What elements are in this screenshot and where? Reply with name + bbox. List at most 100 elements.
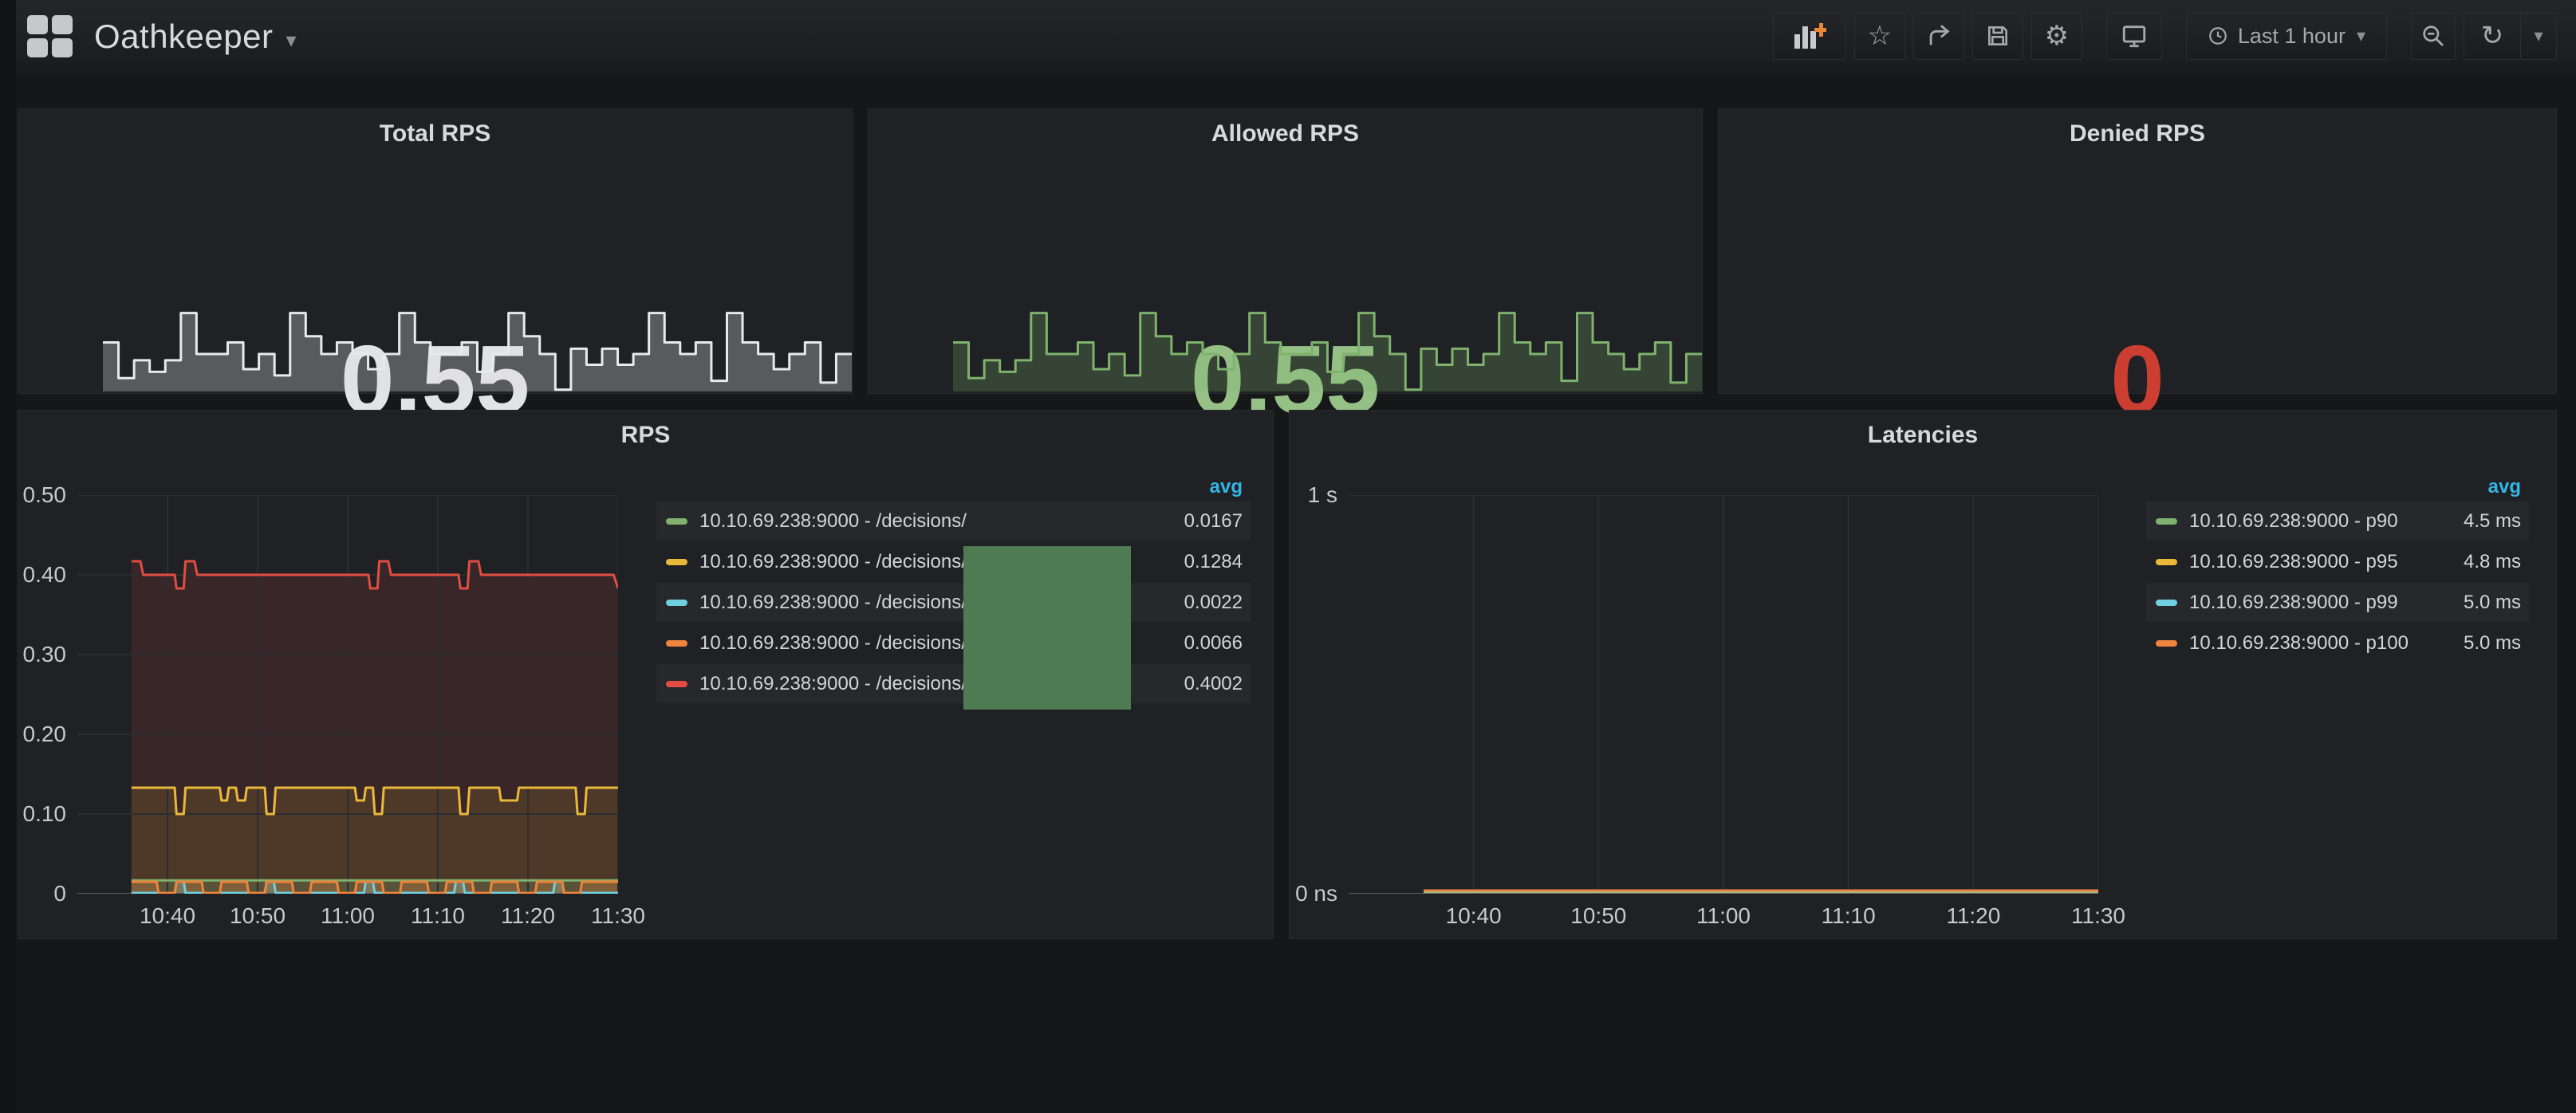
star-button[interactable]: ☆ bbox=[1854, 12, 1905, 60]
allowed-rps-sparkline bbox=[953, 301, 1702, 391]
legend-avg-header[interactable]: avg bbox=[656, 473, 1251, 501]
stat-panel-total-rps: Total RPS 0.55 bbox=[18, 108, 853, 394]
graph-panel-latencies: Latencies 0 ns1 s10:4010:5011:0011:1011:… bbox=[1289, 410, 2557, 939]
series-avg-value: 0.0022 bbox=[1184, 592, 1251, 614]
series-label: 10.10.69.238:9000 - p95 bbox=[2189, 551, 2398, 573]
x-axis-tick-label: 11:10 bbox=[1822, 903, 1876, 929]
cycle-view-button[interactable] bbox=[2106, 12, 2162, 60]
latencies-legend: avg10.10.69.238:9000 - p904.5 ms10.10.69… bbox=[2146, 473, 2529, 664]
grafana-dashboard-grid-icon[interactable] bbox=[27, 15, 73, 57]
panel-title[interactable]: Latencies bbox=[1290, 422, 2556, 449]
x-axis-tick-label: 11:00 bbox=[321, 903, 375, 929]
y-axis-tick-label: 0 ns bbox=[1295, 881, 1337, 907]
latencies-plot[interactable]: 0 ns1 s10:4010:5011:0011:1011:2011:30 bbox=[1349, 495, 2098, 894]
series-avg-value: 4.5 ms bbox=[2464, 510, 2529, 533]
x-axis-tick-label: 11:20 bbox=[1946, 903, 2000, 929]
gear-icon: ⚙ bbox=[2045, 22, 2069, 49]
clock-icon bbox=[2208, 26, 2228, 46]
series-label: 10.10.69.238:9000 - /decisions/ bbox=[699, 510, 967, 533]
save-icon bbox=[1985, 23, 2011, 49]
y-axis-tick-label: 0.30 bbox=[23, 642, 67, 667]
series-avg-value: 0.0066 bbox=[1184, 632, 1251, 655]
time-range-picker[interactable]: Last 1 hour ▾ bbox=[2186, 12, 2387, 60]
zoom-out-icon bbox=[2420, 23, 2446, 49]
legend-row[interactable]: 10.10.69.238:9000 - p90 4.5 ms bbox=[2146, 501, 2529, 541]
chevron-down-icon: ▾ bbox=[286, 22, 297, 53]
x-axis-tick-label: 11:30 bbox=[2071, 903, 2125, 929]
rps-plot[interactable]: 00.100.200.300.400.5010:4010:5011:0011:1… bbox=[77, 495, 618, 894]
y-axis-tick-label: 0.40 bbox=[23, 562, 67, 588]
share-icon bbox=[1925, 22, 1952, 49]
series-color-dash-icon bbox=[2156, 518, 2177, 525]
navbar: Oathkeeper ▾ ☆ bbox=[16, 0, 2576, 73]
series-color-dash-icon bbox=[666, 681, 687, 687]
x-axis-tick-label: 10:50 bbox=[230, 903, 286, 929]
series-avg-value: 4.8 ms bbox=[2464, 551, 2529, 573]
refresh-button-group: ↻ ▾ bbox=[2464, 12, 2557, 60]
star-icon: ☆ bbox=[1868, 22, 1892, 49]
series-label: 10.10.69.238:9000 - /decisions/ bbox=[699, 632, 967, 655]
series-color-dash-icon bbox=[666, 518, 687, 525]
chevron-down-icon: ▾ bbox=[2357, 26, 2365, 46]
x-axis-tick-label: 11:30 bbox=[591, 903, 645, 929]
bar-chart-plus-icon bbox=[1793, 22, 1826, 50]
legend-row[interactable]: 10.10.69.238:9000 - /decisions/0.0066 bbox=[656, 623, 1251, 663]
settings-button[interactable]: ⚙ bbox=[2031, 12, 2082, 60]
stat-panel-denied-rps: Denied RPS 0 bbox=[1718, 108, 2557, 394]
x-axis-tick-label: 11:00 bbox=[1696, 903, 1751, 929]
series-label: 10.10.69.238:9000 - /decisions/ bbox=[699, 551, 967, 573]
panel-title[interactable]: Allowed RPS bbox=[869, 120, 1702, 147]
y-axis-tick-label: 0 bbox=[53, 881, 66, 907]
y-axis-tick-label: 1 s bbox=[1308, 482, 1337, 508]
series-label: 10.10.69.238:9000 - /decisions/ bbox=[699, 673, 967, 695]
series-label: 10.10.69.238:9000 - p99 bbox=[2189, 592, 2398, 614]
save-button[interactable] bbox=[1972, 12, 2023, 60]
legend-row[interactable]: 10.10.69.238:9000 - /decisions/0.0022 bbox=[656, 583, 1251, 622]
zoom-out-button[interactable] bbox=[2411, 12, 2456, 60]
refresh-interval-dropdown[interactable]: ▾ bbox=[2520, 13, 2556, 59]
x-axis-tick-label: 10:50 bbox=[1570, 903, 1626, 929]
series-color-dash-icon bbox=[666, 600, 687, 606]
x-axis-tick-label: 10:40 bbox=[1446, 903, 1502, 929]
chevron-down-icon: ▾ bbox=[2534, 26, 2543, 46]
series-avg-value: 0.4002 bbox=[1184, 673, 1251, 695]
stat-panel-allowed-rps: Allowed RPS 0.55 bbox=[868, 108, 1703, 394]
series-avg-value: 5.0 ms bbox=[2464, 592, 2529, 614]
dashboard-title-dropdown[interactable]: Oathkeeper ▾ bbox=[94, 0, 297, 73]
rps-legend: avg10.10.69.238:9000 - /decisions/0.0167… bbox=[656, 473, 1251, 705]
legend-row[interactable]: 10.10.69.238:9000 - /decisions/0.4002 bbox=[656, 664, 1251, 703]
series-color-dash-icon bbox=[2156, 600, 2177, 606]
x-axis-tick-label: 11:20 bbox=[501, 903, 555, 929]
legend-row[interactable]: 10.10.69.238:9000 - p100 5.0 ms bbox=[2146, 623, 2529, 663]
legend-row[interactable]: 10.10.69.238:9000 - /decisions/0.0167 bbox=[656, 501, 1251, 541]
x-axis-tick-label: 11:10 bbox=[411, 903, 465, 929]
green-overlay-artifact bbox=[963, 546, 1131, 710]
series-label: 10.10.69.238:9000 - /decisions/ bbox=[699, 592, 967, 614]
refresh-icon: ↻ bbox=[2481, 22, 2504, 49]
x-axis-tick-label: 10:40 bbox=[140, 903, 195, 929]
toolbar: ☆ ⚙ bbox=[1765, 12, 2557, 60]
latencies-chart-svg bbox=[1349, 495, 2098, 894]
y-axis-tick-label: 0.10 bbox=[23, 801, 67, 827]
series-avg-value: 5.0 ms bbox=[2464, 632, 2529, 655]
series-avg-value: 0.1284 bbox=[1184, 551, 1251, 573]
legend-row[interactable]: 10.10.69.238:9000 - p99 5.0 ms bbox=[2146, 583, 2529, 622]
legend-row[interactable]: 10.10.69.238:9000 - /decisions/0.1284 bbox=[656, 542, 1251, 581]
y-axis-tick-label: 0.50 bbox=[23, 482, 67, 508]
series-label: 10.10.69.238:9000 - p90 bbox=[2189, 510, 2398, 533]
legend-row[interactable]: 10.10.69.238:9000 - p95 4.8 ms bbox=[2146, 542, 2529, 581]
y-axis-tick-label: 0.20 bbox=[23, 722, 67, 747]
add-panel-button[interactable] bbox=[1773, 12, 1846, 60]
dashboard-title: Oathkeeper bbox=[94, 18, 273, 56]
left-sidebar-strip bbox=[0, 0, 16, 1113]
series-color-dash-icon bbox=[2156, 559, 2177, 565]
panel-title[interactable]: RPS bbox=[18, 422, 1273, 449]
legend-avg-header[interactable]: avg bbox=[2146, 473, 2529, 501]
series-color-dash-icon bbox=[2156, 640, 2177, 647]
total-rps-sparkline bbox=[103, 301, 852, 391]
panel-title[interactable]: Denied RPS bbox=[1719, 120, 2556, 147]
series-label: 10.10.69.238:9000 - p100 bbox=[2189, 632, 2409, 655]
panel-title[interactable]: Total RPS bbox=[18, 120, 852, 147]
share-button[interactable] bbox=[1913, 12, 1964, 60]
refresh-button[interactable]: ↻ bbox=[2464, 13, 2520, 59]
